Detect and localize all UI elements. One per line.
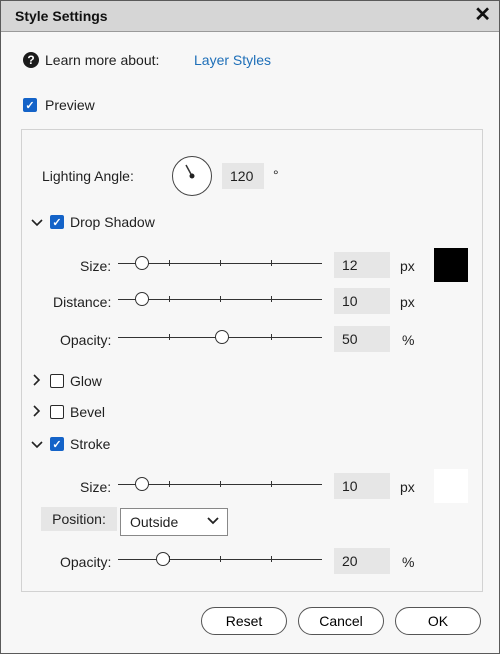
stroke-size-label: Size: (80, 479, 112, 495)
stroke-color-swatch[interactable] (434, 469, 468, 503)
title-bar: Style Settings ✕ (1, 1, 499, 32)
glow-label: Glow (70, 373, 102, 389)
ds-opacity-label: Opacity: (60, 332, 112, 348)
close-icon[interactable]: ✕ (474, 4, 491, 26)
ds-opacity-slider[interactable] (118, 330, 322, 346)
ds-size-unit: px (400, 258, 415, 274)
drop-shadow-row: ✓ Drop Shadow (50, 214, 155, 230)
stroke-position-select[interactable]: Outside (120, 508, 228, 536)
chevron-down-icon (207, 512, 219, 533)
ds-size-input[interactable]: 12 (334, 252, 390, 278)
stroke-position-label: Position: (41, 507, 117, 531)
glow-checkbox[interactable] (50, 374, 64, 388)
drop-shadow-chevron-down-icon[interactable] (31, 216, 43, 231)
stroke-position-value: Outside (130, 514, 179, 530)
ds-distance-slider[interactable] (118, 292, 322, 308)
stroke-label: Stroke (70, 436, 111, 452)
bevel-row: Bevel (50, 404, 105, 420)
lighting-angle-label: Lighting Angle: (42, 168, 134, 184)
preview-label: Preview (45, 97, 95, 113)
drop-shadow-checkbox[interactable]: ✓ (50, 215, 64, 229)
ds-size-slider-handle[interactable] (135, 256, 149, 270)
stroke-row: ✓ Stroke (50, 436, 110, 452)
ok-button[interactable]: OK (395, 607, 481, 635)
ds-opacity-slider-handle[interactable] (215, 330, 229, 344)
preview-checkbox[interactable]: ✓ (23, 98, 37, 112)
drop-shadow-label: Drop Shadow (70, 214, 155, 230)
stroke-chevron-down-icon[interactable] (31, 438, 43, 453)
stroke-opacity-unit: % (402, 554, 415, 570)
stroke-checkbox[interactable]: ✓ (50, 437, 64, 451)
glow-chevron-right-icon[interactable] (32, 374, 42, 389)
ds-distance-label: Distance: (53, 294, 112, 310)
bevel-chevron-right-icon[interactable] (32, 405, 42, 420)
preview-row: ✓ Preview (23, 97, 95, 113)
stroke-opacity-slider-handle[interactable] (156, 552, 170, 566)
ds-size-label: Size: (80, 258, 112, 274)
question-circle-icon: ? (23, 52, 39, 68)
lighting-angle-dial[interactable] (172, 156, 212, 196)
ds-size-slider[interactable] (118, 256, 322, 272)
ds-opacity-input[interactable]: 50 (334, 326, 390, 352)
ds-distance-slider-handle[interactable] (135, 292, 149, 306)
stroke-size-slider-handle[interactable] (135, 477, 149, 491)
ds-distance-unit: px (400, 294, 415, 310)
degree-unit: ° (273, 167, 279, 183)
stroke-size-input[interactable]: 10 (334, 473, 390, 499)
settings-panel: Lighting Angle: 120 ° ✓ Drop Shadow Size… (21, 129, 483, 592)
lighting-angle-input[interactable]: 120 (222, 163, 264, 189)
style-settings-dialog: Style Settings ✕ ? Learn more about: Lay… (0, 0, 500, 654)
bevel-checkbox[interactable] (50, 405, 64, 419)
ds-color-swatch[interactable] (434, 248, 468, 282)
stroke-opacity-slider[interactable] (118, 552, 322, 568)
ds-distance-input[interactable]: 10 (334, 288, 390, 314)
stroke-size-unit: px (400, 479, 415, 495)
dial-indicator (184, 164, 194, 178)
cancel-button[interactable]: Cancel (298, 607, 384, 635)
stroke-opacity-input[interactable]: 20 (334, 548, 390, 574)
help-row: ? Learn more about: (23, 49, 159, 71)
stroke-opacity-label: Opacity: (60, 554, 112, 570)
ds-opacity-unit: % (402, 332, 415, 348)
help-text: Learn more about: (45, 52, 160, 68)
stroke-size-slider[interactable] (118, 477, 322, 493)
bevel-label: Bevel (70, 404, 106, 420)
reset-button[interactable]: Reset (201, 607, 287, 635)
glow-row: Glow (50, 373, 102, 389)
layer-styles-link[interactable]: Layer Styles (194, 52, 271, 68)
dialog-title: Style Settings (15, 8, 108, 24)
